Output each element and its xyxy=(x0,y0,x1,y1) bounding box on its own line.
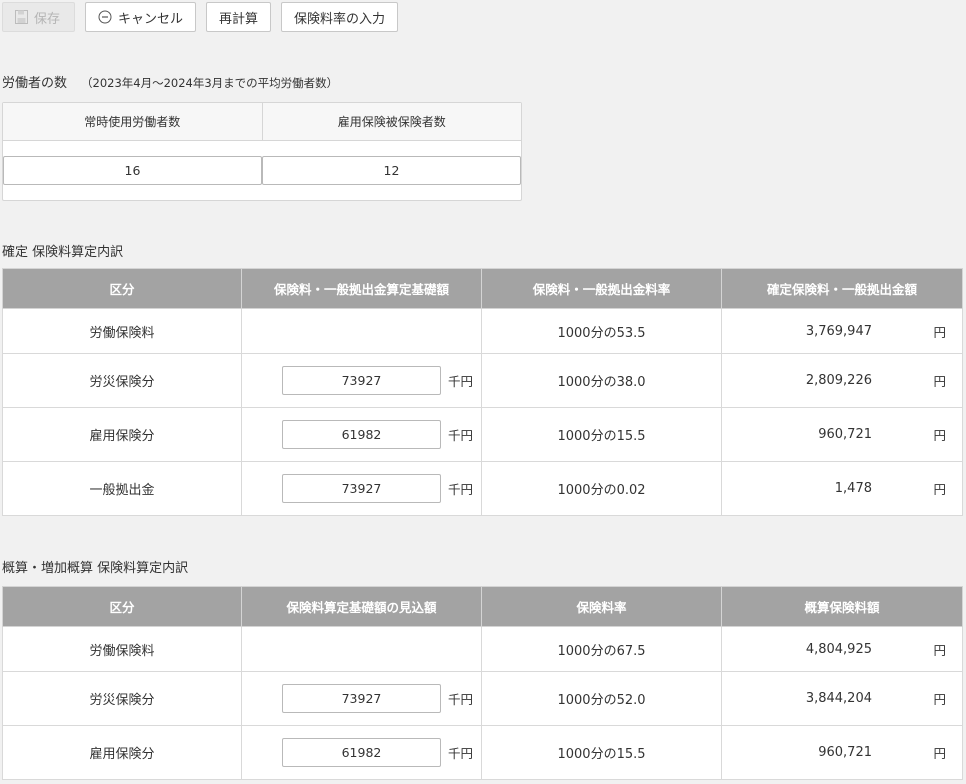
table-row: 雇用保険分 61982 千円 1000分の15.5 960,721 円 xyxy=(2,725,963,780)
thousand-yen-unit: 千円 xyxy=(448,482,474,497)
row-amount: 3,769,947 xyxy=(805,323,872,339)
row-amount: 960,721 xyxy=(818,427,872,442)
row-amount: 3,844,204 xyxy=(805,691,872,706)
row-amount: 4,804,925 xyxy=(805,641,872,657)
minus-circle-icon xyxy=(98,10,112,24)
yen-unit: 円 xyxy=(933,692,946,707)
insured-workers-input[interactable]: 12 xyxy=(262,156,521,185)
row-amount: 2,809,226 xyxy=(805,373,872,388)
save-button[interactable]: 保存 xyxy=(2,2,75,32)
estimate-header-rate: 保険料率 xyxy=(481,586,722,627)
toolbar: 保存 キャンセル 再計算 保険料率の入力 xyxy=(2,2,399,32)
base-amount-input[interactable]: 61982 xyxy=(282,420,441,449)
confirmed-table: 区分 保険料・一般拠出金算定基礎額 保険料・一般拠出金料率 確定保険料・一般拠出… xyxy=(2,268,963,516)
row-category: 労働保険料 xyxy=(2,626,242,672)
yen-unit: 円 xyxy=(933,374,946,389)
yen-unit: 円 xyxy=(933,482,946,497)
base-amount-input[interactable]: 61982 xyxy=(282,738,441,767)
table-row: 一般拠出金 73927 千円 1000分の0.02 1,478 円 xyxy=(2,461,963,516)
confirmed-header-base: 保険料・一般拠出金算定基礎額 xyxy=(241,268,482,309)
cancel-label: キャンセル xyxy=(118,11,184,27)
regular-workers-header: 常時使用労働者数 xyxy=(3,103,263,140)
yen-unit: 円 xyxy=(933,746,946,761)
row-rate: 1000分の0.02 xyxy=(481,461,722,516)
row-rate: 1000分の15.5 xyxy=(481,407,722,462)
table-row: 労災保険分 73927 千円 1000分の38.0 2,809,226 円 xyxy=(2,353,963,408)
thousand-yen-unit: 千円 xyxy=(448,428,474,443)
workers-title: 労働者の数 xyxy=(2,76,68,91)
row-category: 雇用保険分 xyxy=(2,407,242,462)
thousand-yen-unit: 千円 xyxy=(448,692,474,707)
row-rate: 1000分の38.0 xyxy=(481,353,722,408)
workers-panel: 常時使用労働者数 雇用保険被保険者数 16 12 xyxy=(2,102,522,201)
confirmed-header-category: 区分 xyxy=(2,268,242,309)
recalculate-button[interactable]: 再計算 xyxy=(206,2,272,32)
row-base-empty xyxy=(241,626,482,672)
workers-section-title: 労働者の数 （2023年4月～2024年3月までの平均労働者数） xyxy=(2,72,338,91)
confirmed-header-rate: 保険料・一般拠出金料率 xyxy=(481,268,722,309)
cancel-button[interactable]: キャンセル xyxy=(85,2,197,32)
row-amount: 960,721 xyxy=(818,745,872,760)
base-amount-input[interactable]: 73927 xyxy=(282,474,441,503)
table-row: 労働保険料 1000分の53.5 3,769,947 円 xyxy=(2,308,963,354)
insured-workers-header: 雇用保険被保険者数 xyxy=(337,115,446,129)
estimate-table: 区分 保険料算定基礎額の見込額 保険料率 概算保険料額 労働保険料 1000分の… xyxy=(2,586,963,780)
thousand-yen-unit: 千円 xyxy=(448,746,474,761)
estimate-section-title: 概算・増加概算 保険料算定内訳 xyxy=(2,561,189,576)
estimate-header-base: 保険料算定基礎額の見込額 xyxy=(241,586,482,627)
rate-input-button[interactable]: 保険料率の入力 xyxy=(281,2,399,32)
row-category: 労働保険料 xyxy=(2,308,242,354)
row-base-empty xyxy=(241,308,482,354)
row-category: 労災保険分 xyxy=(2,353,242,408)
row-category: 一般拠出金 xyxy=(2,461,242,516)
row-rate: 1000分の67.5 xyxy=(481,626,722,672)
row-rate: 1000分の15.5 xyxy=(481,725,722,780)
confirmed-header-amount: 確定保険料・一般拠出金額 xyxy=(721,268,963,309)
table-row: 雇用保険分 61982 千円 1000分の15.5 960,721 円 xyxy=(2,407,963,462)
save-label: 保存 xyxy=(34,11,61,27)
base-amount-input[interactable]: 73927 xyxy=(282,684,441,713)
base-amount-input[interactable]: 73927 xyxy=(282,366,441,395)
yen-unit: 円 xyxy=(933,428,946,443)
estimate-header-amount: 概算保険料額 xyxy=(721,586,963,627)
table-row: 労災保険分 73927 千円 1000分の52.0 3,844,204 円 xyxy=(2,671,963,726)
regular-workers-input[interactable]: 16 xyxy=(3,156,262,185)
estimate-header-category: 区分 xyxy=(2,586,242,627)
yen-unit: 円 xyxy=(933,324,946,340)
row-category: 労災保険分 xyxy=(2,671,242,726)
confirmed-section-title: 確定 保険料算定内訳 xyxy=(2,245,124,260)
row-rate: 1000分の53.5 xyxy=(481,308,722,354)
row-amount: 1,478 xyxy=(834,481,872,496)
row-category: 雇用保険分 xyxy=(2,725,242,780)
table-row: 労働保険料 1000分の67.5 4,804,925 円 xyxy=(2,626,963,672)
save-disk-icon xyxy=(15,10,28,24)
thousand-yen-unit: 千円 xyxy=(448,374,474,389)
row-rate: 1000分の52.0 xyxy=(481,671,722,726)
yen-unit: 円 xyxy=(933,642,946,658)
workers-period-note: （2023年4月～2024年3月までの平均労働者数） xyxy=(81,76,339,90)
